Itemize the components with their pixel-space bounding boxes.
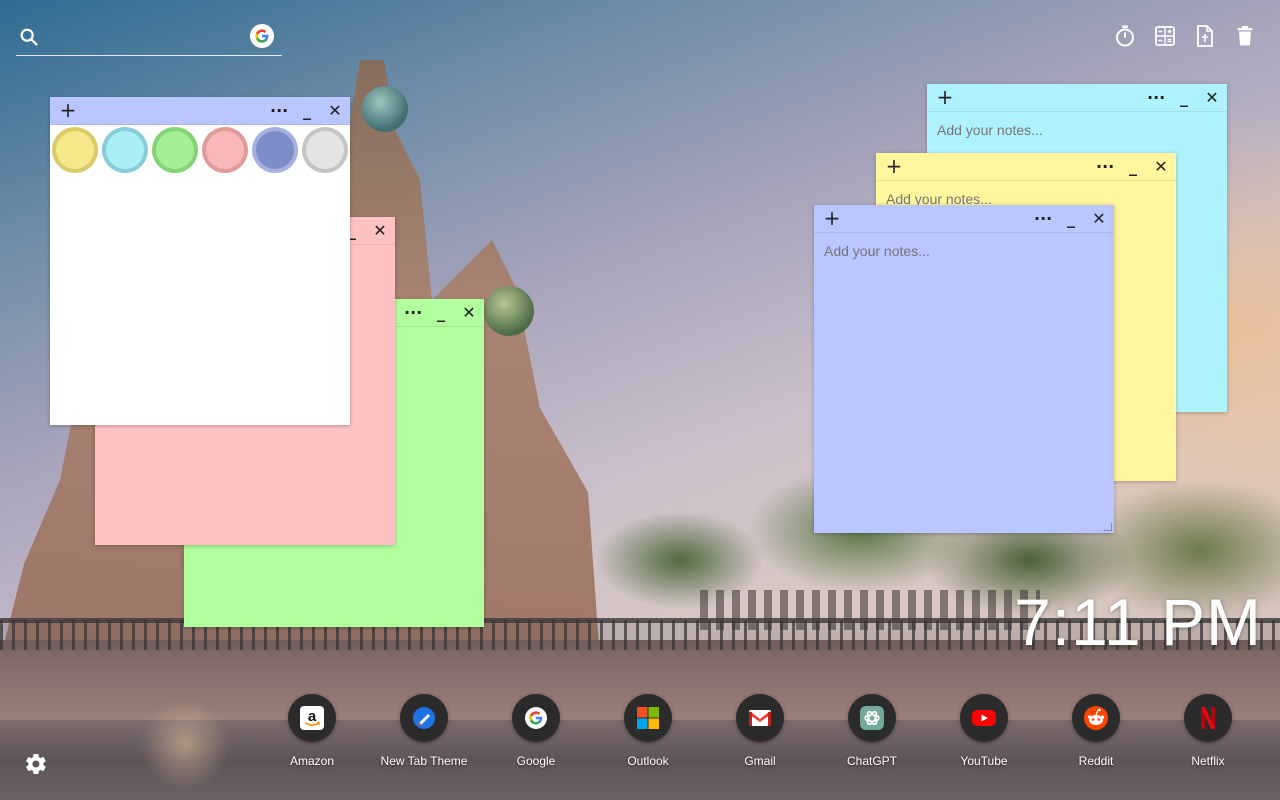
note-page-icon [1197,25,1213,47]
note-body [824,243,1104,523]
shortcut-label: Reddit [1078,754,1114,768]
gear-icon [26,753,46,775]
note-minimize-button[interactable]: _ [1175,88,1193,108]
shortcut-label: Netflix [1191,754,1225,768]
google-icon [512,694,560,742]
amazon-icon: a [288,694,336,742]
note-menu-button[interactable]: ··· [1147,88,1165,108]
svg-text:a: a [308,708,317,725]
note-menu-button[interactable]: ··· [1096,157,1114,177]
note-close-button[interactable]: ✕ [371,221,389,241]
trash-icon [1237,26,1253,46]
color-swatch-cyan[interactable] [102,127,148,173]
color-swatch-gray[interactable] [302,127,348,173]
search-input[interactable] [50,24,240,50]
note-minimize-button[interactable]: _ [1124,157,1142,177]
gmail-icon [736,694,784,742]
shortcut-label: Gmail [744,754,776,768]
note-textarea[interactable] [824,243,1104,523]
color-swatch-blue-selected[interactable] [252,127,298,173]
shortcut-outlook[interactable]: Outlook [592,694,704,774]
trash-button[interactable] [1234,24,1256,48]
settings-button[interactable] [24,752,48,776]
shortcut-amazon[interactable]: a Amazon [256,694,368,774]
note-close-button[interactable]: ✕ [1152,157,1170,177]
timer-icon [1116,25,1134,47]
wallpaper-dome [484,286,534,336]
color-swatch-pink[interactable] [202,127,248,173]
note-close-button[interactable]: ✕ [1090,209,1108,229]
search-icon[interactable] [18,26,40,48]
sticky-note-blue[interactable]: + ··· _ ✕ [814,205,1114,533]
note-controls: ··· _ ✕ [1147,84,1221,112]
wallpaper-dome [362,86,408,132]
note-minimize-button[interactable]: _ [1062,209,1080,229]
note-minimize-button[interactable]: _ [432,303,450,323]
shortcut-label: YouTube [960,754,1008,768]
note-header[interactable]: + ··· _ ✕ [927,84,1227,112]
chatgpt-icon [848,694,896,742]
note-header[interactable]: + ··· _ ✕ [50,97,350,125]
note-close-button[interactable]: ✕ [1203,88,1221,108]
color-palette [52,127,348,173]
notes-button[interactable] [1194,24,1216,48]
resize-handle[interactable] [1104,523,1112,531]
note-close-button[interactable]: ✕ [326,101,344,121]
shortcut-netflix[interactable]: Netflix [1152,694,1264,774]
shortcut-youtube[interactable]: YouTube [928,694,1040,774]
shortcut-new-tab-theme[interactable]: New Tab Theme [368,694,480,774]
note-header[interactable]: + ··· _ ✕ [814,205,1114,233]
note-controls: ··· _ ✕ [1096,153,1170,181]
google-g-icon[interactable] [250,24,274,48]
shortcut-label: ChatGPT [846,754,897,768]
note-controls: ··· _ ✕ [404,299,478,327]
note-controls: ··· _ ✕ [1034,205,1108,233]
shortcut-label: Outlook [627,754,669,768]
youtube-icon [960,694,1008,742]
shortcut-label: Google [516,754,556,768]
shortcut-dock: a Amazon New Tab Theme Google Outlook Gm… [256,694,1264,774]
shortcut-google[interactable]: Google [480,694,592,774]
note-header[interactable]: + ··· _ ✕ [876,153,1176,181]
shortcut-gmail[interactable]: Gmail [704,694,816,774]
windows-logo-icon [624,694,672,742]
reddit-icon [1072,694,1120,742]
color-swatch-yellow[interactable] [52,127,98,173]
sticky-note-white[interactable]: + ··· _ ✕ [50,97,350,425]
note-menu-button[interactable]: ··· [1034,209,1052,229]
top-toolbar [1114,24,1256,48]
note-minimize-button[interactable]: _ [298,101,316,121]
wallpaper-glare [140,700,230,790]
note-menu-button[interactable]: ··· [270,101,288,121]
clock-time: 7:11 PM [1014,585,1262,659]
shortcut-chatgpt[interactable]: ChatGPT [816,694,928,774]
search-bar [16,22,282,56]
color-swatch-green[interactable] [152,127,198,173]
shortcut-label: New Tab Theme [380,754,468,768]
timer-button[interactable] [1114,24,1136,48]
shortcut-label: Amazon [289,754,335,768]
calculator-button[interactable] [1154,24,1176,48]
add-note-button[interactable]: + [935,87,955,107]
add-note-button[interactable]: + [58,100,78,120]
netflix-icon [1184,694,1232,742]
note-controls: ··· _ ✕ [270,97,344,125]
new-tab-theme-icon [400,694,448,742]
note-menu-button[interactable]: ··· [404,303,422,323]
note-close-button[interactable]: ✕ [460,303,478,323]
shortcut-reddit[interactable]: Reddit [1040,694,1152,774]
calculator-icon [1155,26,1175,46]
google-logo-icon [255,29,269,43]
add-note-button[interactable]: + [822,208,842,228]
add-note-button[interactable]: + [884,156,904,176]
